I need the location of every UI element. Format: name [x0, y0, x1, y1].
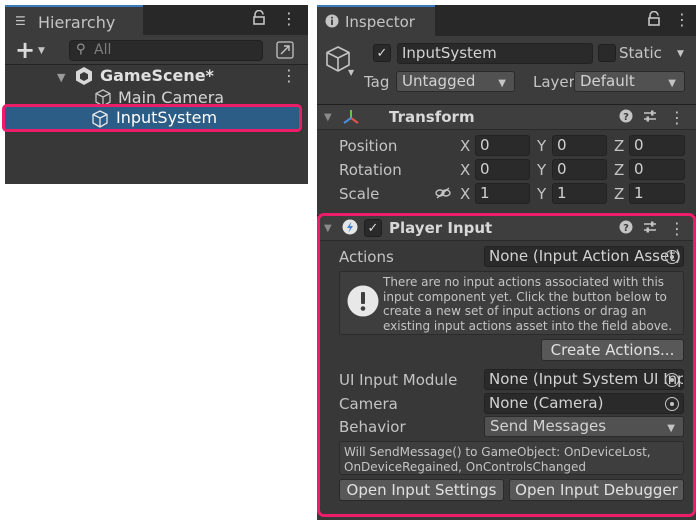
position-y-field[interactable]: 0 [552, 135, 607, 156]
axis-z-label: Z [614, 185, 625, 203]
chevron-down-icon: ▼ [668, 78, 676, 89]
transform-title: Transform [389, 108, 475, 126]
help-icon[interactable]: ? [619, 109, 633, 127]
search-icon: ⚲ [76, 42, 86, 57]
tab-hierarchy-label: Hierarchy [38, 13, 116, 32]
scene-name[interactable]: GameScene* [100, 66, 214, 85]
axis-z-label: Z [614, 137, 625, 155]
icon-picker-dropdown-icon[interactable]: ▼ [348, 68, 354, 77]
object-name-field[interactable]: InputSystem [397, 43, 593, 64]
constrain-proportions-icon[interactable] [435, 186, 451, 204]
scale-x-field[interactable]: 1 [475, 183, 530, 204]
add-icon[interactable]: + [15, 36, 35, 64]
list-icon: ☰ [15, 14, 26, 28]
tag-value: Untagged [402, 72, 476, 90]
info-icon [325, 14, 339, 32]
rotation-y-field[interactable]: 0 [552, 159, 607, 180]
hierarchy-menu-icon[interactable]: ⋮ [281, 9, 297, 28]
axis-x-label: X [460, 185, 471, 203]
static-dropdown-icon[interactable]: ▼ [677, 49, 684, 59]
player-input-highlight-frame [317, 213, 696, 517]
static-toggle[interactable] [598, 44, 616, 62]
transform-header[interactable] [317, 104, 696, 130]
axis-y-label: Y [537, 161, 547, 179]
position-x-field[interactable]: 0 [475, 135, 530, 156]
scale-z-field[interactable]: 1 [629, 183, 685, 204]
search-placeholder: All [94, 42, 112, 58]
tag-label: Tag [364, 73, 390, 91]
static-label: Static [619, 44, 662, 62]
hierarchy-item-inputsystem-selected[interactable]: InputSystem [2, 104, 302, 132]
tab-inspector[interactable]: Inspector [317, 5, 435, 36]
scale-y-field[interactable]: 1 [552, 183, 607, 204]
layer-label: Layer [533, 73, 575, 91]
lock-icon[interactable] [252, 9, 266, 30]
rotation-x-field[interactable]: 0 [475, 159, 530, 180]
chevron-down-icon: ▼ [498, 78, 506, 89]
tab-inspector-label: Inspector [345, 13, 415, 31]
position-label: Position [339, 137, 398, 155]
axis-y-label: Y [537, 137, 547, 155]
add-dropdown-icon[interactable]: ▼ [38, 46, 45, 56]
layer-value: Default [580, 72, 635, 90]
axis-y-label: Y [537, 185, 547, 203]
scene-expand-icon[interactable]: ▼ [57, 71, 65, 84]
rotation-z-field[interactable]: 0 [629, 159, 685, 180]
hierarchy-toolbar: + ▼ ⚲ All [5, 35, 308, 65]
scene-menu-icon[interactable]: ⋮ [281, 66, 297, 85]
active-toggle[interactable]: ✓ [373, 44, 391, 62]
position-z-field[interactable]: 0 [629, 135, 685, 156]
lock-icon[interactable] [647, 10, 661, 31]
rotation-label: Rotation [339, 161, 402, 179]
layer-dropdown[interactable]: Default ▼ [574, 71, 685, 92]
hierarchy-search-input[interactable]: ⚲ All [69, 40, 263, 61]
unity-scene-icon [74, 66, 94, 90]
tab-hierarchy[interactable]: ☰ Hierarchy [5, 5, 143, 35]
hierarchy-panel: ☰ Hierarchy ⋮ + ▼ ⚲ All ▼ GameScene* ⋮ M… [5, 5, 308, 184]
gameobject-cube-icon [91, 110, 109, 132]
axis-z-label: Z [614, 161, 625, 179]
hierarchy-item-inputsystem-label: InputSystem [116, 108, 218, 127]
transform-axes-icon [342, 108, 360, 130]
axis-x-label: X [460, 137, 471, 155]
svg-text:?: ? [623, 112, 629, 123]
inspector-menu-icon[interactable]: ⋮ [674, 10, 690, 29]
presets-icon[interactable] [643, 109, 657, 127]
axis-x-label: X [460, 161, 471, 179]
scale-label: Scale [339, 185, 380, 203]
scene-visibility-icon[interactable] [276, 41, 294, 63]
transform-collapse-icon[interactable]: ▼ [324, 112, 332, 123]
tag-dropdown[interactable]: Untagged ▼ [396, 71, 515, 92]
transform-menu-icon[interactable]: ⋮ [669, 108, 685, 127]
